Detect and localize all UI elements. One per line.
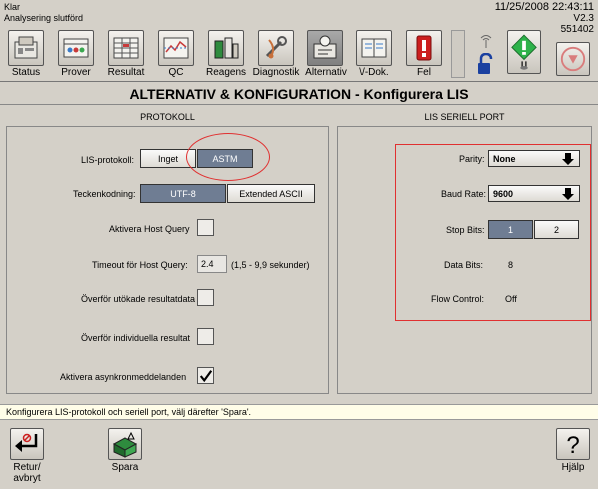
baud-rate-value: 9600 xyxy=(493,189,514,199)
stop-bits-label: Stop Bits: xyxy=(446,225,485,235)
reagents-icon xyxy=(214,37,239,59)
status-icon xyxy=(14,36,38,59)
options-icon xyxy=(313,35,337,59)
toolbar-diagnostics-button[interactable] xyxy=(258,30,294,66)
individual-results-checkbox[interactable] xyxy=(197,328,214,345)
encoding-label: Teckenkodning: xyxy=(73,189,136,199)
return-arrow-icon xyxy=(15,433,38,452)
async-messages-checkbox[interactable] xyxy=(197,367,214,384)
extended-results-checkbox[interactable] xyxy=(197,289,214,306)
toolbar-reagents-button[interactable] xyxy=(208,30,244,66)
flag-button[interactable] xyxy=(507,30,541,74)
down-arrow-icon xyxy=(562,153,574,165)
toolbar-diagnostics-label: Diagnostik xyxy=(252,67,300,78)
save-label: Spara xyxy=(111,462,139,473)
toolbar-status-label: Status xyxy=(11,67,41,78)
qc-icon xyxy=(163,37,189,59)
status-indicator-bar xyxy=(451,30,465,78)
serial-section-title: LIS SERIELL PORT xyxy=(424,112,505,122)
system-state: Klar xyxy=(4,2,21,12)
flow-control-label: Flow Control: xyxy=(431,294,485,304)
stop-bits-2-button[interactable]: 2 xyxy=(534,220,579,239)
protocol-panel: LIS-protokoll: Inget ASTM Teckenkodning:… xyxy=(6,126,329,394)
toolbar-error-button[interactable] xyxy=(406,30,442,66)
lis-protocol-label: LIS-protokoll: xyxy=(81,155,135,165)
toolbar-document-label: \/-Dok. xyxy=(359,67,389,78)
return-label-line2: avbryt xyxy=(13,473,41,484)
title-divider xyxy=(0,104,598,105)
timeout-input[interactable]: 2.4 xyxy=(197,255,227,273)
toolbar-qc-button[interactable] xyxy=(158,30,194,66)
error-icon xyxy=(416,35,432,61)
help-label: Hjälp xyxy=(561,462,585,473)
stop-bits-1-button[interactable]: 1 xyxy=(488,220,533,239)
samples-icon xyxy=(63,38,89,58)
toolbar-divider xyxy=(0,81,598,82)
datetime: 11/25/2008 22:43:11 xyxy=(494,1,594,13)
document-icon xyxy=(361,38,387,58)
checkmark-icon xyxy=(199,369,212,382)
toolbar-error-label: Fel xyxy=(417,67,431,78)
protocol-section-title: PROTOKOLL xyxy=(140,112,195,122)
toolbar-options-label: Alternativ xyxy=(305,67,347,78)
network-icon xyxy=(478,34,494,48)
serial-port-panel: Parity: None Baud Rate: 9600 Stop Bits: … xyxy=(337,126,592,394)
diagnostics-icon xyxy=(265,36,287,59)
toolbar-results-button[interactable] xyxy=(108,30,144,66)
hint-bar: Konfigurera LIS-protokoll och seriell po… xyxy=(0,404,598,420)
flow-control-value: Off xyxy=(505,294,517,304)
save-icon xyxy=(112,431,138,458)
toolbar-reagents-label: Reagens xyxy=(205,67,247,78)
toolbar-options-button[interactable] xyxy=(307,30,343,66)
astm-highlight-ring xyxy=(186,133,270,181)
return-button[interactable] xyxy=(10,428,44,460)
toolbar-document-button[interactable] xyxy=(356,30,392,66)
stop-button[interactable] xyxy=(556,42,590,76)
baud-rate-dropdown[interactable]: 9600 xyxy=(488,185,580,202)
save-button[interactable] xyxy=(108,428,142,460)
toolbar-results-label: Resultat xyxy=(107,67,145,78)
svg-text:?: ? xyxy=(566,432,579,458)
toolbar-samples-button[interactable] xyxy=(58,30,94,66)
encoding-utf8-button[interactable]: UTF-8 xyxy=(140,184,226,203)
parity-value: None xyxy=(493,154,516,164)
down-arrow-icon xyxy=(562,188,574,200)
help-button[interactable]: ? xyxy=(556,428,590,460)
timeout-range-hint: (1,5 - 9,9 sekunder) xyxy=(231,260,310,270)
toolbar-qc-label: QC xyxy=(168,67,184,78)
timeout-label: Timeout för Host Query: xyxy=(92,260,188,270)
stop-icon xyxy=(560,46,586,72)
async-messages-label: Aktivera asynkronmeddelanden xyxy=(60,372,187,382)
baud-rate-label: Baud Rate: xyxy=(441,189,487,199)
host-query-label: Aktivera Host Query xyxy=(109,224,190,234)
toolbar-status-button[interactable] xyxy=(8,30,44,66)
lock-icon xyxy=(476,52,496,75)
return-label-line1: Retur/ xyxy=(13,462,41,473)
page-title: ALTERNATIV & KONFIGURATION - Konfigurera… xyxy=(129,86,469,102)
diamond-flag-icon xyxy=(511,34,537,70)
toolbar-samples-label: Prover xyxy=(61,67,91,78)
system-activity: Analysering slutförd xyxy=(4,13,84,23)
host-query-checkbox[interactable] xyxy=(197,219,214,236)
extended-results-label: Överför utökade resultatdata xyxy=(81,294,196,304)
encoding-extended-ascii-button[interactable]: Extended ASCII xyxy=(227,184,315,203)
software-version: V2.3 xyxy=(573,13,594,24)
individual-results-label: Överför individuella resultat xyxy=(81,333,191,343)
question-icon: ? xyxy=(566,432,579,458)
parity-label: Parity: xyxy=(459,154,485,164)
parity-dropdown[interactable]: None xyxy=(488,150,580,167)
return-label: Retur/ avbryt xyxy=(6,462,48,484)
data-bits-label: Data Bits: xyxy=(444,260,484,270)
data-bits-value: 8 xyxy=(508,260,514,270)
results-icon xyxy=(113,37,139,59)
status-area: Klar Analysering slutförd xyxy=(4,2,83,24)
